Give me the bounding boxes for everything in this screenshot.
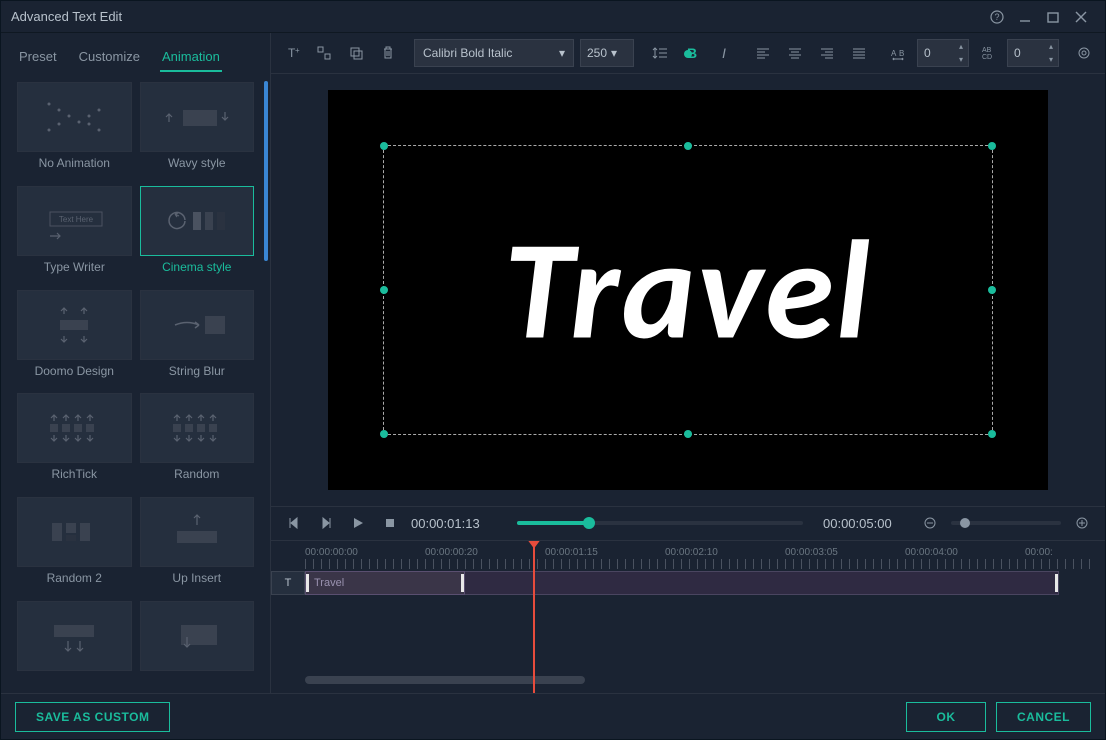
preset-doomo-design[interactable]: Doomo Design — [17, 290, 132, 386]
duration-time: 00:00:05:00 — [823, 516, 909, 531]
maximize-icon[interactable] — [1039, 3, 1067, 31]
clip-edge-right[interactable] — [461, 574, 464, 592]
line-spacing-spinner[interactable]: 0 ▴▾ — [1007, 39, 1059, 67]
resize-handle-tm[interactable] — [684, 142, 692, 150]
preset-extra-1[interactable] — [17, 601, 132, 683]
svg-text:CD: CD — [982, 54, 992, 61]
chevron-down-icon: ▾ — [611, 46, 617, 60]
preset-wavy-style[interactable]: Wavy style — [140, 82, 255, 178]
copy-icon[interactable] — [343, 40, 369, 66]
preset-up-insert[interactable]: Up Insert — [140, 497, 255, 593]
spinner-up-icon[interactable]: ▴ — [1044, 40, 1058, 53]
zoom-out-icon[interactable] — [919, 512, 941, 534]
font-size-value: 250 — [587, 46, 607, 60]
preset-grid: No Animation Wavy style Text Here Type W… — [1, 72, 270, 693]
clip-edge-right[interactable] — [1055, 574, 1058, 592]
align-left-icon[interactable] — [750, 40, 776, 66]
slider-thumb[interactable] — [583, 517, 595, 529]
timeline-scrollbar[interactable] — [305, 673, 1097, 687]
resize-handle-tr[interactable] — [988, 142, 996, 150]
titlebar: Advanced Text Edit ? — [1, 1, 1105, 33]
scrollbar-indicator[interactable] — [264, 81, 268, 261]
help-icon[interactable]: ? — [983, 3, 1011, 31]
play-icon[interactable] — [347, 512, 369, 534]
preset-extra-2[interactable] — [140, 601, 255, 683]
stop-icon[interactable] — [379, 512, 401, 534]
svg-text:Text Here: Text Here — [59, 215, 94, 224]
timeline-ruler[interactable]: 00:00:00:00 00:00:00:20 00:00:01:15 00:0… — [271, 541, 1105, 569]
zoom-in-icon[interactable] — [1071, 512, 1093, 534]
playhead[interactable] — [533, 541, 535, 693]
preset-random[interactable]: Random — [140, 393, 255, 489]
track-type-label[interactable]: T — [271, 571, 305, 595]
rotate-handle[interactable] — [684, 50, 692, 58]
zoom-thumb[interactable] — [960, 518, 970, 528]
preset-cinema-style[interactable]: Cinema style — [140, 186, 255, 282]
preset-string-blur[interactable]: String Blur — [140, 290, 255, 386]
italic-icon[interactable]: I — [711, 40, 737, 66]
group-icon[interactable] — [311, 40, 337, 66]
bold-icon[interactable]: B — [679, 40, 705, 66]
preset-type-writer[interactable]: Text Here Type Writer — [17, 186, 132, 282]
align-right-icon[interactable] — [814, 40, 840, 66]
spinner-down-icon[interactable]: ▾ — [954, 53, 968, 66]
clip-label: Travel — [314, 577, 344, 589]
eyedropper-icon[interactable] — [1071, 40, 1097, 66]
line-spacing-icon[interactable]: ABCD — [975, 40, 1001, 66]
footer: SAVE AS CUSTOM OK CANCEL — [1, 693, 1105, 739]
resize-handle-br[interactable] — [988, 430, 996, 438]
prev-frame-icon[interactable] — [283, 512, 305, 534]
line-height-icon[interactable] — [647, 40, 673, 66]
window-title: Advanced Text Edit — [11, 9, 983, 24]
char-spacing-spinner[interactable]: 0 ▴▾ — [917, 39, 969, 67]
spinner-down-icon[interactable]: ▾ — [1044, 53, 1058, 66]
font-name: Calibri Bold Italic — [423, 46, 512, 60]
timeline-track: T Travel — [271, 571, 1105, 595]
resize-handle-bl[interactable] — [380, 430, 388, 438]
font-select[interactable]: Calibri Bold Italic ▾ — [414, 39, 574, 67]
clip-edge-left[interactable] — [306, 574, 309, 592]
preview-canvas[interactable]: Travel — [328, 90, 1048, 490]
resize-handle-bm[interactable] — [684, 430, 692, 438]
canvas-text[interactable]: Travel — [328, 204, 1048, 375]
zoom-slider[interactable] — [951, 521, 1061, 525]
timeline: 00:00:00:00 00:00:00:20 00:00:01:15 00:0… — [271, 540, 1105, 693]
ok-button[interactable]: OK — [906, 702, 986, 732]
playback-bar: 00:00:01:13 00:00:05:00 — [271, 506, 1105, 540]
add-text-icon[interactable]: T+ — [279, 40, 305, 66]
resize-handle-tl[interactable] — [380, 142, 388, 150]
cancel-button[interactable]: CANCEL — [996, 702, 1091, 732]
svg-text:A: A — [891, 49, 897, 58]
font-size-select[interactable]: 250 ▾ — [580, 39, 634, 67]
svg-text:AB: AB — [982, 47, 992, 54]
timeline-clip[interactable]: Travel — [305, 571, 465, 595]
trash-icon[interactable] — [375, 40, 401, 66]
svg-text:+: + — [295, 46, 300, 55]
spinner-up-icon[interactable]: ▴ — [954, 40, 968, 53]
char-spacing-icon[interactable]: AB — [885, 40, 911, 66]
align-center-icon[interactable] — [782, 40, 808, 66]
preset-no-animation[interactable]: No Animation — [17, 82, 132, 178]
tab-animation[interactable]: Animation — [160, 43, 222, 72]
next-frame-icon[interactable] — [315, 512, 337, 534]
save-as-custom-button[interactable]: SAVE AS CUSTOM — [15, 702, 170, 732]
tab-customize[interactable]: Customize — [77, 43, 142, 72]
sidebar-tabs: Preset Customize Animation — [1, 33, 270, 72]
align-justify-icon[interactable] — [846, 40, 872, 66]
preset-richtick[interactable]: RichTick — [17, 393, 132, 489]
canvas-area: Travel — [271, 74, 1105, 506]
preset-random-2[interactable]: Random 2 — [17, 497, 132, 593]
playback-slider[interactable] — [517, 521, 803, 525]
minimize-icon[interactable] — [1011, 3, 1039, 31]
sidebar: Preset Customize Animation No Animation … — [1, 33, 271, 693]
tab-preset[interactable]: Preset — [17, 43, 59, 72]
svg-text:B: B — [899, 49, 904, 58]
svg-text:?: ? — [994, 12, 999, 22]
chevron-down-icon: ▾ — [559, 46, 565, 60]
close-icon[interactable] — [1067, 3, 1095, 31]
current-time: 00:00:01:13 — [411, 516, 497, 531]
